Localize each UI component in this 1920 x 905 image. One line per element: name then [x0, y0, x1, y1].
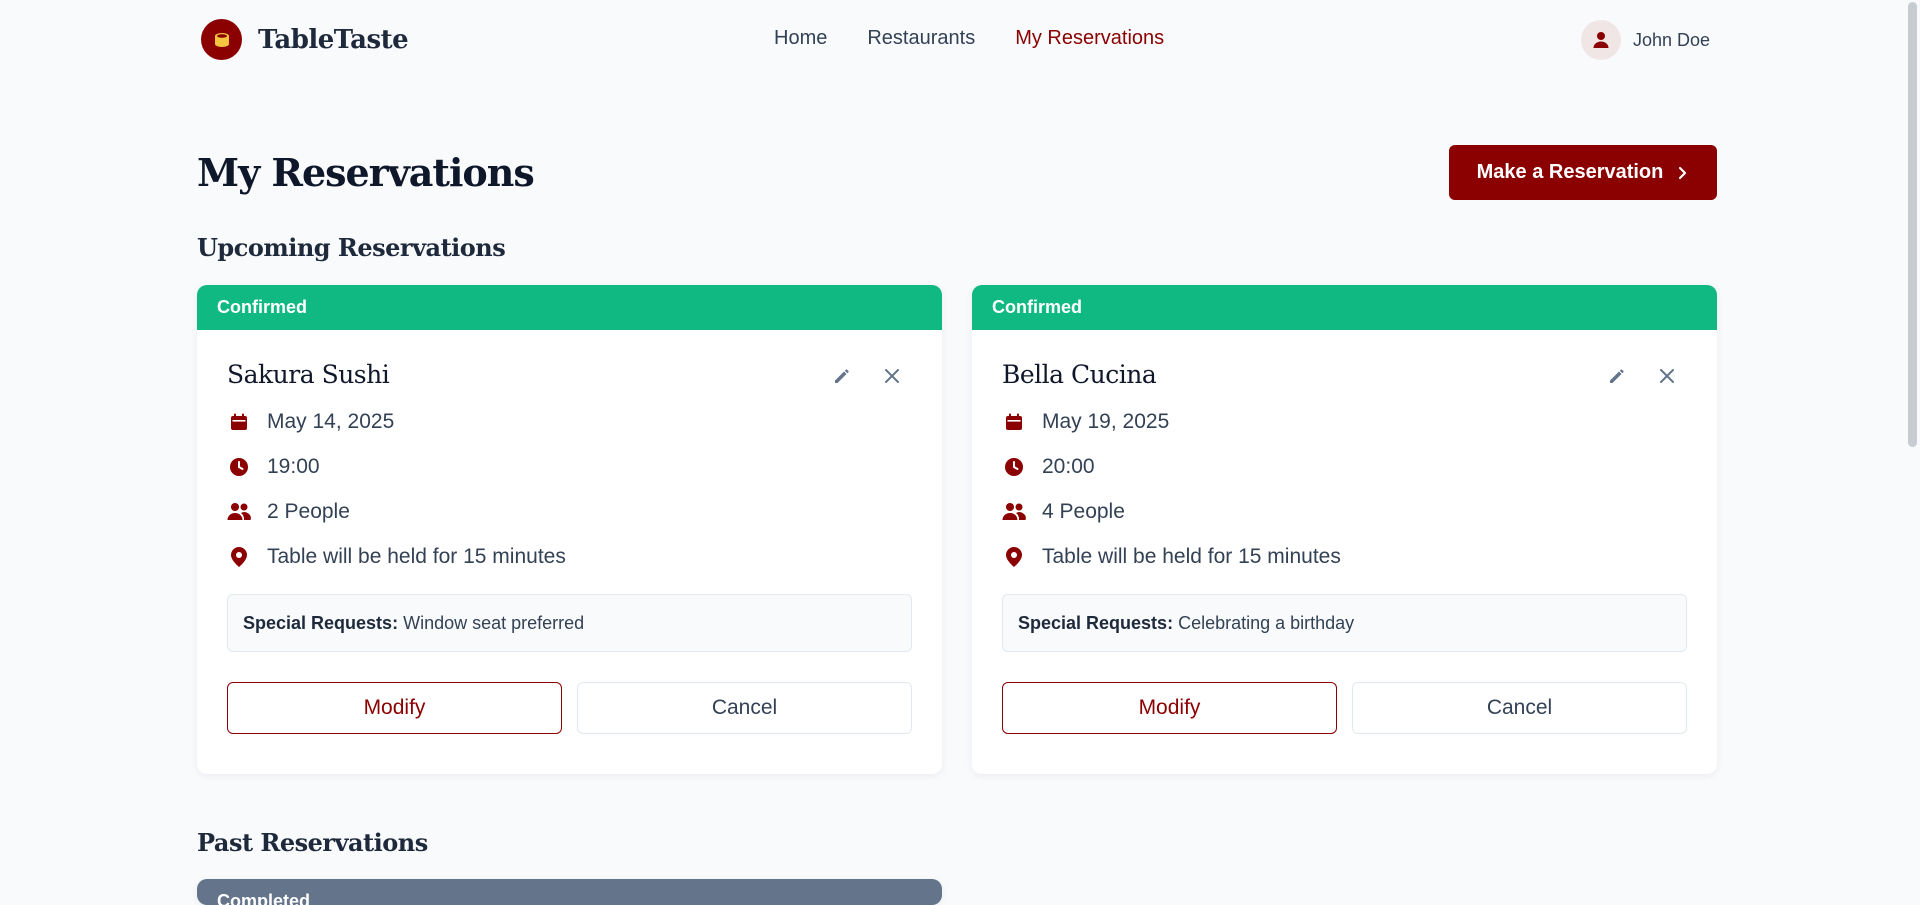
modify-button[interactable]: Modify — [227, 682, 562, 734]
logo-icon — [201, 19, 242, 60]
reservation-hold-note: Table will be held for 15 minutes — [1002, 545, 1687, 569]
reservation-date: May 19, 2025 — [1002, 410, 1687, 434]
clock-icon — [1002, 455, 1026, 479]
special-requests-label: Special Requests: — [243, 613, 399, 633]
reservation-time: 19:00 — [227, 455, 912, 479]
avatar — [1581, 20, 1621, 60]
top-navbar: TableTaste Home Restaurants My Reservati… — [0, 0, 1920, 80]
reservation-party: 2 People — [227, 500, 912, 524]
close-icon[interactable] — [882, 366, 902, 386]
reservation-time: 20:00 — [1002, 455, 1687, 479]
restaurant-name: Bella Cucina — [1002, 360, 1157, 389]
restaurant-name: Sakura Sushi — [227, 360, 390, 389]
close-icon[interactable] — [1657, 366, 1677, 386]
special-requests-label: Special Requests: — [1018, 613, 1174, 633]
nav-restaurants[interactable]: Restaurants — [867, 27, 975, 50]
main-nav: Home Restaurants My Reservations — [774, 27, 1164, 50]
status-badge: Confirmed — [972, 285, 1717, 330]
calendar-icon — [1002, 410, 1026, 434]
user-icon — [1593, 32, 1609, 48]
cancel-button[interactable]: Cancel — [577, 682, 912, 734]
cancel-button[interactable]: Cancel — [1352, 682, 1687, 734]
people-icon — [1002, 500, 1026, 524]
location-pin-icon — [1002, 545, 1026, 569]
edit-icon[interactable] — [832, 366, 852, 386]
nav-home[interactable]: Home — [774, 27, 827, 50]
reservation-card: Confirmed Bella Cucina May 19, 2025 20:0… — [972, 285, 1717, 774]
status-badge: Completed — [197, 879, 942, 905]
brand-logo[interactable]: TableTaste — [201, 19, 409, 60]
calendar-icon — [227, 410, 251, 434]
user-menu[interactable]: John Doe — [1581, 20, 1710, 60]
edit-icon[interactable] — [1607, 366, 1627, 386]
modify-button[interactable]: Modify — [1002, 682, 1337, 734]
special-requests: Special Requests: Celebrating a birthday — [1002, 594, 1687, 652]
reservation-date: May 14, 2025 — [227, 410, 912, 434]
location-pin-icon — [227, 545, 251, 569]
status-badge: Confirmed — [197, 285, 942, 330]
past-section-title: Past Reservations — [197, 828, 428, 857]
past-reservation-card: Completed — [197, 879, 942, 905]
brand-name: TableTaste — [258, 24, 409, 55]
make-reservation-label: Make a Reservation — [1476, 161, 1664, 183]
make-reservation-button[interactable]: Make a Reservation — [1449, 145, 1717, 200]
page-scrollbar[interactable] — [1905, 0, 1920, 905]
upcoming-section-title: Upcoming Reservations — [197, 233, 506, 262]
chevron-right-icon — [1679, 166, 1687, 179]
nav-my-reservations[interactable]: My Reservations — [1015, 27, 1164, 50]
clock-icon — [227, 455, 251, 479]
user-name: John Doe — [1633, 29, 1711, 50]
scrollbar-thumb[interactable] — [1908, 2, 1917, 447]
reservation-card: Confirmed Sakura Sushi May 14, 2025 19:0… — [197, 285, 942, 774]
special-requests-value: Celebrating a birthday — [1178, 613, 1355, 633]
reservation-hold-note: Table will be held for 15 minutes — [227, 545, 912, 569]
page-title: My Reservations — [197, 150, 535, 195]
people-icon — [227, 500, 251, 524]
reservation-party: 4 People — [1002, 500, 1687, 524]
special-requests-value: Window seat preferred — [403, 613, 585, 633]
special-requests: Special Requests: Window seat preferred — [227, 594, 912, 652]
